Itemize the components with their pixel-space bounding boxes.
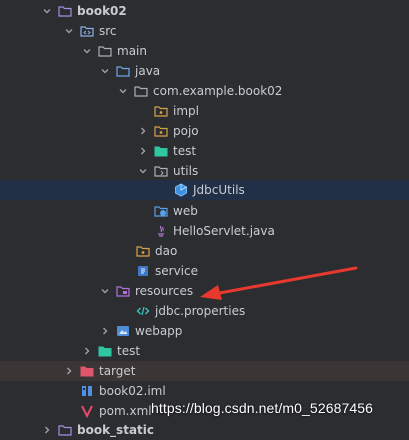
- source-root-folder-icon: [116, 64, 130, 78]
- tree-node-label: resources: [135, 284, 194, 298]
- chevron-right-icon[interactable]: [138, 126, 148, 136]
- tree-node-label: utils: [173, 164, 199, 178]
- web-folder-icon: [154, 204, 168, 218]
- chevron-right-icon[interactable]: [138, 146, 148, 156]
- tree-node-target[interactable]: target: [0, 361, 409, 381]
- tree-node-label: main: [117, 44, 147, 58]
- chevron-right-icon[interactable]: [42, 425, 52, 435]
- chevron-right-icon[interactable]: [64, 366, 74, 376]
- tree-node-resources[interactable]: resources: [0, 281, 409, 301]
- chevron-right-icon[interactable]: [100, 326, 110, 336]
- webapp-folder-icon: [116, 324, 130, 338]
- module-folder-icon: [58, 423, 72, 437]
- tree-node-label: test: [173, 144, 197, 158]
- tree-node-label: book02.iml: [99, 384, 166, 398]
- tree-node-label: HelloServlet.java: [173, 224, 275, 238]
- tree-node-label: service: [155, 264, 198, 278]
- tree-node-label: test: [117, 344, 141, 358]
- test-folder-icon: [154, 144, 168, 158]
- tree-node-label: java: [135, 64, 161, 78]
- tree-node-label: book02: [77, 4, 127, 18]
- tree-node-impl[interactable]: impl: [0, 101, 409, 121]
- chevron-right-icon[interactable]: [82, 346, 92, 356]
- watermark-url: https://blog.csdn.net/m0_52687456: [151, 400, 374, 416]
- chevron-down-icon[interactable]: [100, 66, 110, 76]
- module-folder-icon: [58, 4, 72, 18]
- tree-node-webapp[interactable]: webapp: [0, 321, 409, 341]
- tree-node-label: web: [173, 204, 198, 218]
- folder-icon: [98, 44, 112, 58]
- tree-node-label: pojo: [173, 124, 199, 138]
- tree-node-label: jdbc.properties: [155, 304, 246, 318]
- package-icon: [154, 104, 168, 118]
- tree-node-src[interactable]: src: [0, 21, 409, 41]
- chevron-down-icon[interactable]: [138, 166, 148, 176]
- tree-node-test-package[interactable]: test: [0, 141, 409, 161]
- tree-node-label: pom.xml: [99, 404, 152, 418]
- tree-node-label: impl: [173, 104, 199, 118]
- tree-node-book-static[interactable]: book_static: [0, 420, 409, 440]
- tree-node-dao[interactable]: dao: [0, 241, 409, 261]
- tree-node-main[interactable]: main: [0, 41, 409, 61]
- chevron-down-icon[interactable]: [100, 286, 110, 296]
- service-icon: [136, 264, 150, 278]
- tree-node-service[interactable]: service: [0, 261, 409, 281]
- iml-file-icon: [80, 384, 94, 398]
- properties-file-icon: [136, 304, 150, 318]
- tree-node-jdbc-properties[interactable]: jdbc.properties: [0, 301, 409, 321]
- tree-node-label: JdbcUtils: [193, 183, 245, 197]
- chevron-down-icon[interactable]: [82, 46, 92, 56]
- tree-node-jdbcutils[interactable]: JdbcUtils: [0, 180, 409, 200]
- chevron-down-icon[interactable]: [64, 26, 74, 36]
- tree-node-web[interactable]: web: [0, 201, 409, 221]
- chevron-down-icon[interactable]: [118, 86, 128, 96]
- tree-node-label: dao: [155, 244, 178, 258]
- package-icon: [154, 124, 168, 138]
- tree-node-helloservlet[interactable]: HelloServlet.java: [0, 221, 409, 241]
- tree-node-pojo[interactable]: pojo: [0, 121, 409, 141]
- tree-node-label: book_static: [77, 423, 154, 437]
- chevron-down-icon[interactable]: [42, 6, 52, 16]
- resources-folder-icon: [116, 284, 130, 298]
- excluded-folder-icon: [80, 364, 94, 378]
- tree-node-book02-iml[interactable]: book02.iml: [0, 381, 409, 401]
- tree-node-label: com.example.book02: [153, 84, 283, 98]
- package-icon: [136, 244, 150, 258]
- maven-icon: [80, 404, 94, 418]
- tree-node-book02[interactable]: book02: [0, 1, 409, 21]
- java-file-icon: [154, 224, 168, 238]
- tree-node-java[interactable]: java: [0, 61, 409, 81]
- tree-node-package-root[interactable]: com.example.book02: [0, 81, 409, 101]
- tree-node-utils[interactable]: utils: [0, 161, 409, 181]
- tree-node-label: src: [99, 24, 117, 38]
- package-icon: [134, 84, 148, 98]
- package-icon: [154, 164, 168, 178]
- tree-node-label: webapp: [135, 324, 183, 338]
- tree-node-test-folder[interactable]: test: [0, 341, 409, 361]
- test-folder-icon: [98, 344, 112, 358]
- source-folder-icon: [80, 24, 94, 38]
- class-icon: [174, 183, 188, 197]
- tree-node-label: target: [99, 364, 136, 378]
